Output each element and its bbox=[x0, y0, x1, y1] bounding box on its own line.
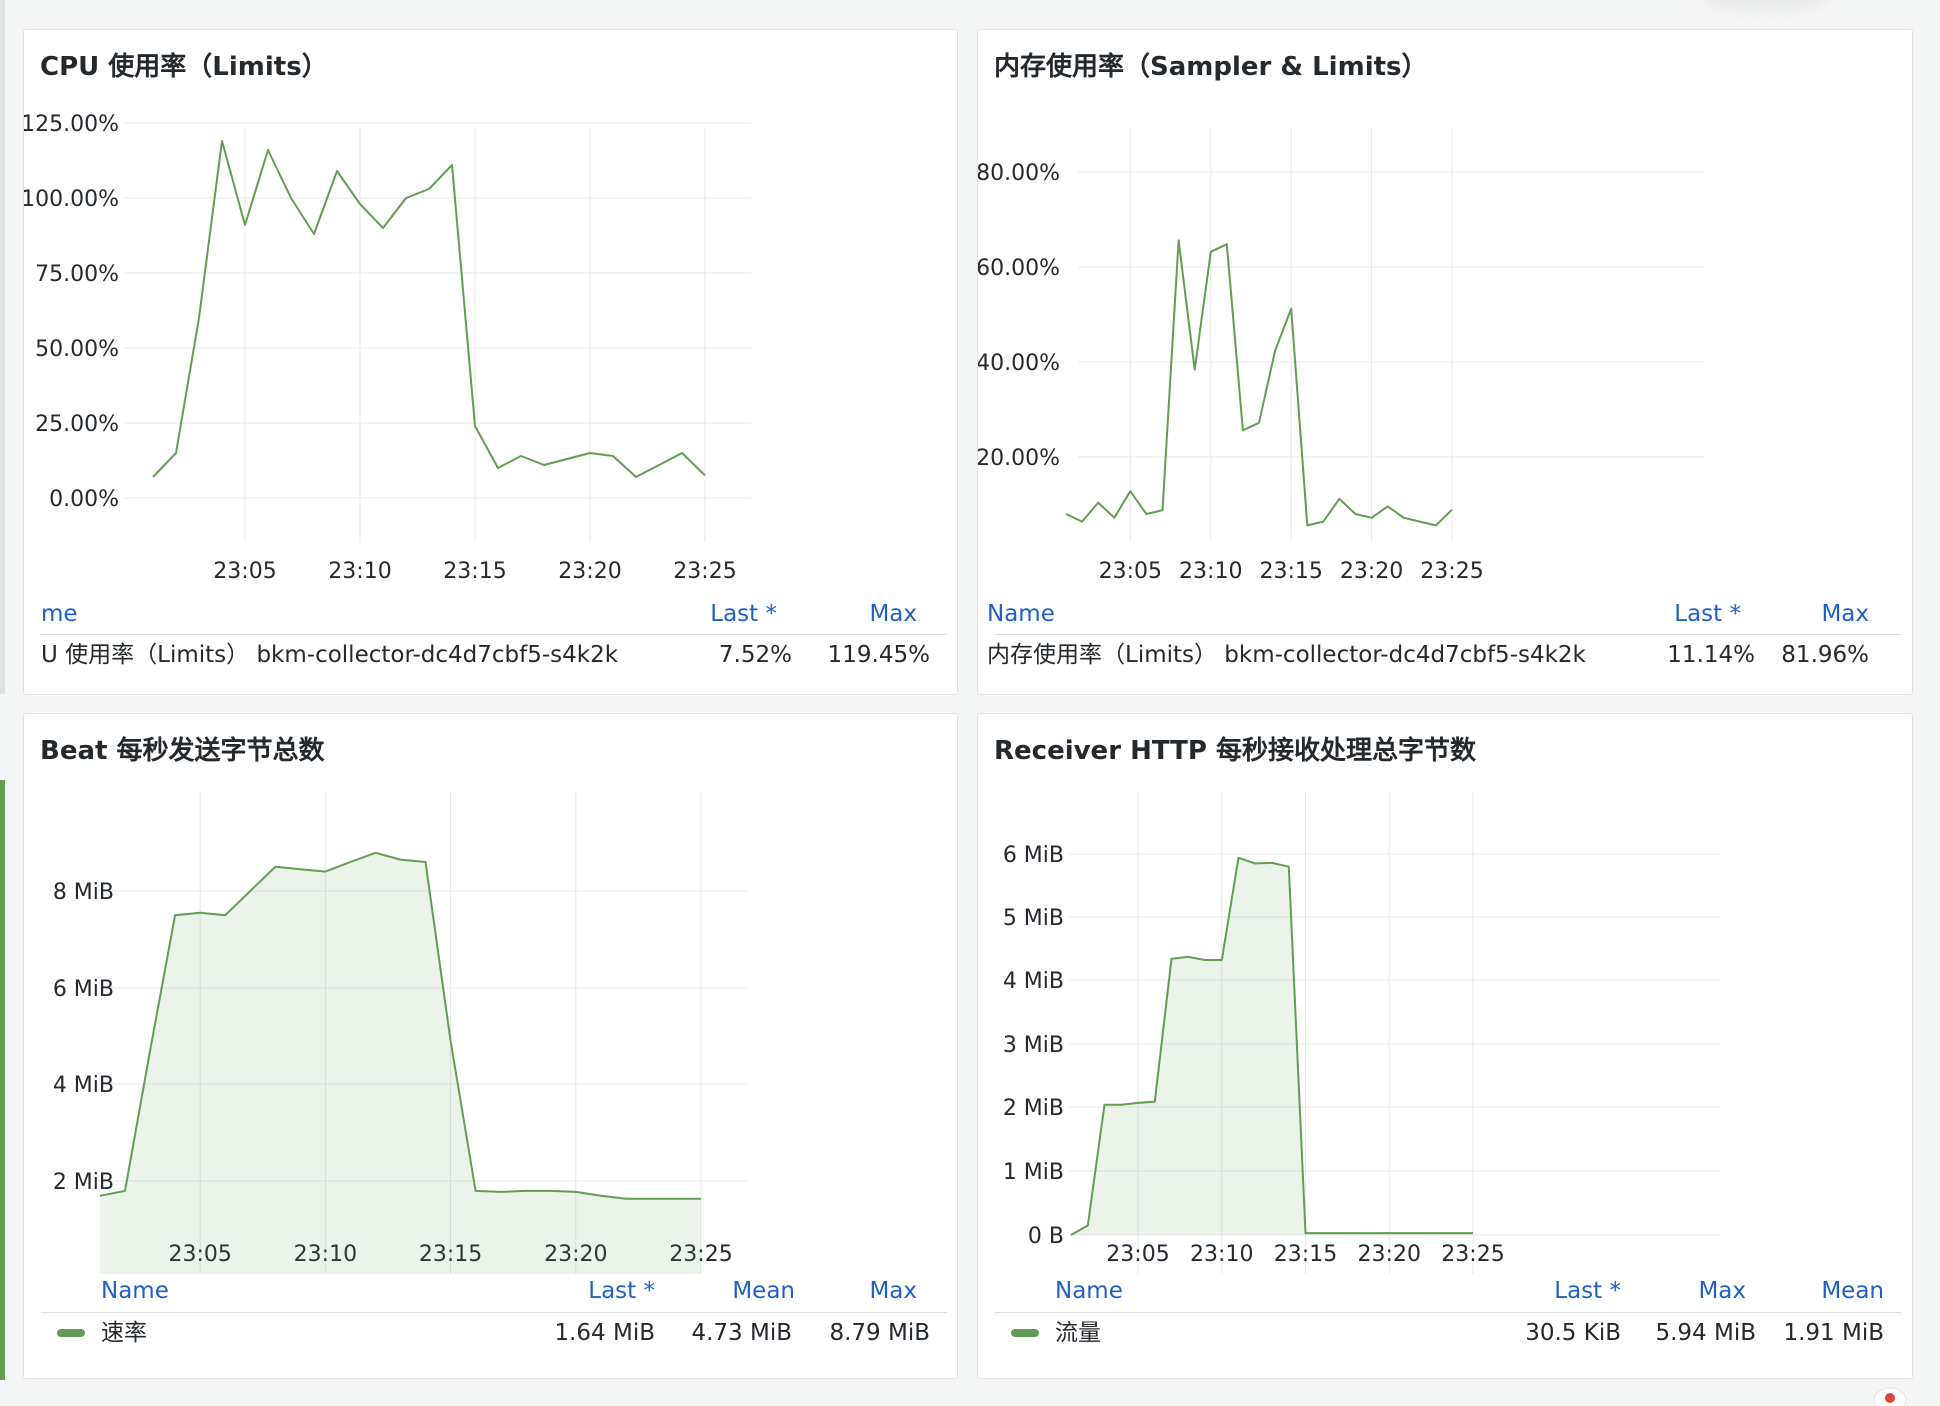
panel-receiver-http-bytes: Receiver HTTP 每秒接收处理总字节数 0 B1 MiB2 MiB3 … bbox=[977, 713, 1913, 1379]
y-tick-label: 0 B bbox=[1028, 1224, 1064, 1249]
legend-value-max: 5.94 MiB bbox=[1655, 1313, 1756, 1353]
y-tick-label: 125.00% bbox=[24, 112, 119, 137]
legend-col-mean[interactable]: Mean bbox=[1821, 1271, 1884, 1311]
x-tick-label: 23:25 bbox=[1441, 1242, 1504, 1267]
y-tick-label: 4 MiB bbox=[53, 1073, 114, 1098]
legend-header: Name Last * Mean Max bbox=[41, 1271, 947, 1311]
legend-row[interactable]: 流量 30.5 KiB 5.94 MiB 1.91 MiB bbox=[995, 1312, 1901, 1353]
legend-value-max: 81.96% bbox=[1781, 635, 1869, 675]
legend-series-name: 内存使用率（Limits） bkm-collector-dc4d7cbf5-s4… bbox=[987, 635, 1586, 675]
left-edge bbox=[0, 0, 5, 1396]
series-area bbox=[100, 853, 701, 1274]
legend-header: Name Last * Max bbox=[995, 594, 1901, 634]
legend-col-last[interactable]: Last * bbox=[1674, 594, 1741, 634]
legend-series-name: U 使用率（Limits） bkm-collector-dc4d7cbf5-s4… bbox=[41, 635, 618, 675]
x-tick-label: 23:10 bbox=[328, 559, 391, 584]
x-tick-label: 23:05 bbox=[1099, 559, 1162, 584]
legend-col-name[interactable]: Name bbox=[987, 594, 1055, 634]
series-area bbox=[1071, 858, 1473, 1235]
legend-value-last: 11.14% bbox=[1667, 635, 1755, 675]
left-edge-top bbox=[0, 0, 5, 694]
legend-col-mean[interactable]: Mean bbox=[732, 1271, 795, 1311]
x-tick-label: 23:15 bbox=[443, 559, 506, 584]
legend-value-mean: 4.73 MiB bbox=[691, 1313, 792, 1353]
x-tick-label: 23:10 bbox=[1179, 559, 1242, 584]
x-tick-label: 23:20 bbox=[558, 559, 621, 584]
legend-value-last: 7.52% bbox=[719, 635, 792, 675]
x-tick-label: 23:05 bbox=[213, 559, 276, 584]
y-tick-label: 6 MiB bbox=[1003, 843, 1064, 868]
chart-beat-bytes: 2 MiB4 MiB6 MiB8 MiB23:0523:1023:1523:20… bbox=[24, 714, 957, 1274]
y-tick-label: 3 MiB bbox=[1003, 1033, 1064, 1058]
legend-col-name[interactable]: Name bbox=[101, 1271, 169, 1311]
legend-col-max[interactable]: Max bbox=[1821, 594, 1869, 634]
chart-cpu-usage: 0.00% 25.00% 50.00% 75.00% 100.00% 125.00% 23:… bbox=[24, 30, 957, 590]
legend-col-max[interactable]: Max bbox=[1698, 1271, 1746, 1311]
legend-swatch bbox=[1011, 1329, 1039, 1337]
legend-value-last: 1.64 MiB bbox=[554, 1313, 655, 1353]
series-line bbox=[1066, 240, 1452, 525]
legend-series-name: 速率 bbox=[101, 1313, 147, 1353]
corner-shadow bbox=[1700, 0, 1830, 10]
legend-col-name[interactable]: Name bbox=[1055, 1271, 1123, 1311]
y-tick-label: 8 MiB bbox=[53, 880, 114, 905]
y-tick-label: 40.00% bbox=[978, 351, 1060, 376]
y-tick-label: 50.00% bbox=[35, 337, 119, 362]
legend-series-name: 流量 bbox=[1055, 1313, 1101, 1353]
left-edge-highlight bbox=[0, 780, 5, 1380]
legend-header: Name Last * Max Mean bbox=[995, 1271, 1901, 1311]
panel-memory-usage: 内存使用率（Sampler & Limits） 20.00%40.00%60.0… bbox=[977, 29, 1913, 695]
chart-memory-usage: 20.00% 40.00% 60.00% 80.00% 23:05 23:10 23:15 2… bbox=[978, 30, 1912, 590]
y-tick-label: 0.00% bbox=[49, 487, 119, 512]
y-tick-label: 2 MiB bbox=[53, 1170, 114, 1195]
y-tick-label: 60.00% bbox=[978, 256, 1060, 281]
y-tick-label: 20.00% bbox=[978, 446, 1060, 471]
x-tick-label: 23:20 bbox=[1340, 559, 1403, 584]
x-tick-label: 23:20 bbox=[1358, 1242, 1421, 1267]
x-tick-label: 23:25 bbox=[1420, 559, 1483, 584]
legend-row[interactable]: 内存使用率（Limits） bkm-collector-dc4d7cbf5-s4… bbox=[995, 634, 1901, 675]
legend-col-max[interactable]: Max bbox=[869, 1271, 917, 1311]
y-tick-label: 2 MiB bbox=[1003, 1096, 1064, 1121]
y-tick-label: 25.00% bbox=[35, 412, 119, 437]
x-tick-label: 23:15 bbox=[1274, 1242, 1337, 1267]
legend-row[interactable]: 速率 1.64 MiB 4.73 MiB 8.79 MiB bbox=[41, 1312, 947, 1353]
y-tick-label: 5 MiB bbox=[1003, 906, 1064, 931]
legend-col-max[interactable]: Max bbox=[869, 594, 917, 634]
legend-col-last[interactable]: Last * bbox=[710, 594, 777, 634]
legend-row[interactable]: U 使用率（Limits） bkm-collector-dc4d7cbf5-s4… bbox=[41, 634, 947, 675]
y-tick-label: 1 MiB bbox=[1003, 1160, 1064, 1185]
chart-receiver-http-bytes: 0 B 1 MiB 2 MiB 3 MiB 4 MiB 5 MiB 6 MiB 23:05 23… bbox=[978, 714, 1912, 1274]
legend-header: me Last * Max bbox=[41, 594, 947, 634]
panel-beat-bytes: Beat 每秒发送字节总数 2 MiB4 MiB6 MiB8 MiB23:052… bbox=[23, 713, 958, 1379]
bug-icon[interactable] bbox=[1870, 1378, 1910, 1406]
legend-swatch bbox=[57, 1329, 85, 1337]
y-tick-label: 6 MiB bbox=[53, 977, 114, 1002]
series-line bbox=[153, 141, 705, 477]
panel-cpu-usage: CPU 使用率（Limits） 0.00%25.00%50.00%75.00%1… bbox=[23, 29, 958, 695]
legend-value-max: 119.45% bbox=[828, 635, 930, 675]
y-tick-label: 80.00% bbox=[978, 161, 1060, 186]
legend-value-last: 30.5 KiB bbox=[1525, 1313, 1621, 1353]
y-tick-label: 100.00% bbox=[24, 187, 119, 212]
y-tick-label: 4 MiB bbox=[1003, 969, 1064, 994]
y-tick-label: 75.00% bbox=[35, 262, 119, 287]
x-tick-label: 23:10 bbox=[1190, 1242, 1253, 1267]
legend-col-last[interactable]: Last * bbox=[588, 1271, 655, 1311]
legend-col-name[interactable]: me bbox=[41, 594, 78, 634]
x-tick-label: 23:15 bbox=[1259, 559, 1322, 584]
legend-col-last[interactable]: Last * bbox=[1554, 1271, 1621, 1311]
legend-value-mean: 1.91 MiB bbox=[1783, 1313, 1884, 1353]
legend-value-max: 8.79 MiB bbox=[829, 1313, 930, 1353]
x-tick-label: 23:25 bbox=[673, 559, 736, 584]
x-tick-label: 23:05 bbox=[1106, 1242, 1169, 1267]
